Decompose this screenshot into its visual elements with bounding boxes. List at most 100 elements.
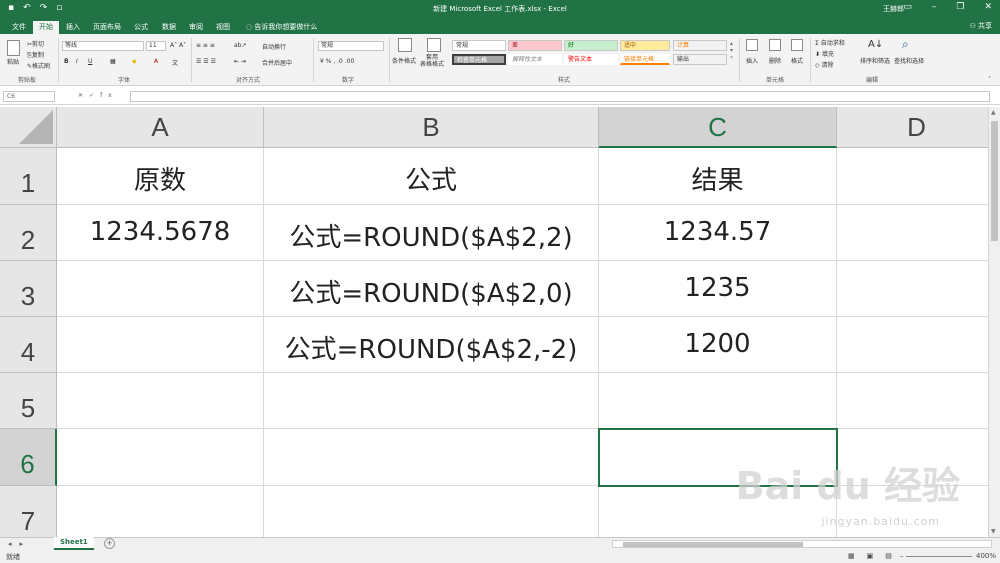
cell-d3[interactable] [837,261,988,317]
font-name-select[interactable]: 等线 [62,41,144,51]
cell-c5[interactable] [599,373,837,429]
paste-icon[interactable] [7,40,20,56]
currency-icon[interactable]: ¥ % , .0 .00 [320,58,354,65]
tab-view[interactable]: 视图 [210,21,236,34]
fill-button[interactable]: ⬇ 填充 [815,49,834,58]
style-good[interactable]: 好 [564,40,618,51]
close-icon[interactable]: ✕ [984,2,992,12]
cell-a6[interactable] [57,429,264,486]
horizontal-scroll-thumb[interactable] [623,542,803,547]
tab-file[interactable]: 文件 [6,21,32,34]
tab-page-layout[interactable]: 页面布局 [87,21,127,34]
zoom-level[interactable]: 400% [976,552,996,560]
cell-a7[interactable] [57,486,264,537]
row-header-3[interactable]: 3 [0,261,57,317]
cell-d2[interactable] [837,205,988,261]
number-format-select[interactable]: 常规 [318,41,384,51]
cell-d4[interactable] [837,317,988,373]
delete-cells-label[interactable]: 删除 [769,56,781,65]
top-align-icon[interactable]: ≡ ≡ ≡ [196,42,215,49]
user-name[interactable]: 王赫郎 [883,4,904,14]
styles-scroll-icon[interactable]: ▴ ▾ ▿ [730,40,733,61]
cell-c4[interactable]: 1200 [599,317,837,373]
row-header-2[interactable]: 2 [0,205,57,261]
sheet-tab-sheet1[interactable]: Sheet1 [54,537,94,550]
insert-cells-icon[interactable] [746,39,758,51]
sheet-nav-arrows[interactable]: ◂▸ [8,540,31,548]
column-header-b[interactable]: B [264,107,599,148]
style-normal[interactable]: 常规 [452,40,506,51]
tab-review[interactable]: 审阅 [183,21,209,34]
style-check-cell[interactable]: 检查单元格 [452,54,506,65]
cell-c1[interactable]: 结果 [599,148,837,205]
style-neutral[interactable]: 适中 [620,40,670,51]
font-color-icon[interactable]: A [154,58,158,65]
page-break-view-icon[interactable]: ▤ [885,552,892,560]
merge-center-button[interactable]: 合并后居中 [262,58,292,67]
tab-formulas[interactable]: 公式 [128,21,154,34]
sort-filter-icon[interactable]: A↓ [868,39,883,50]
style-linked-cell[interactable]: 链接单元格 [620,54,670,65]
row-header-5[interactable]: 5 [0,373,57,429]
row-header-7[interactable]: 7 [0,486,57,537]
row-header-4[interactable]: 4 [0,317,57,373]
find-select-label[interactable]: 查找和选择 [894,56,924,65]
normal-view-icon[interactable]: ▦ [848,552,855,560]
tab-data[interactable]: 数据 [156,21,182,34]
style-bad[interactable]: 差 [508,40,562,51]
cell-a2[interactable]: 1234.5678 [57,205,264,261]
name-box[interactable]: C6 [3,91,55,102]
vertical-scroll-thumb[interactable] [991,121,998,241]
tab-home[interactable]: 开始 [33,21,59,34]
orientation-icon[interactable]: ab↗ [234,42,247,49]
cell-b2[interactable]: 公式=ROUND($A$2,2) [264,205,599,261]
zoom-slider[interactable] [906,556,972,557]
copy-button[interactable]: ⎘复制 [27,50,44,60]
bold-icon[interactable]: B [64,58,69,65]
format-painter-button[interactable]: ✎格式刷 [27,61,50,70]
delete-cells-icon[interactable] [769,39,781,51]
column-header-d[interactable]: D [837,107,988,148]
row-header-1[interactable]: 1 [0,148,57,205]
column-header-a[interactable]: A [57,107,264,148]
cell-c2[interactable]: 1234.57 [599,205,837,261]
format-cells-icon[interactable] [791,39,803,51]
italic-icon[interactable]: I [76,58,78,65]
cell-d1[interactable] [837,148,988,205]
left-align-icon[interactable]: ☰ ☰ ☰ [196,58,216,65]
ribbon-display-icon[interactable]: ▭ [903,2,912,12]
horizontal-scrollbar[interactable] [612,540,992,548]
wrap-text-button[interactable]: 自动换行 [262,42,286,51]
cell-b4[interactable]: 公式=ROUND($A$2,-2) [264,317,599,373]
scroll-down-icon[interactable]: ▼ [991,528,996,535]
add-sheet-icon[interactable]: + [104,538,115,549]
cell-b1[interactable]: 公式 [264,148,599,205]
page-layout-view-icon[interactable]: ▣ [867,552,874,560]
autosum-button[interactable]: Σ 自动求和 [815,38,845,47]
conditional-format-icon[interactable] [398,38,412,52]
cell-a5[interactable] [57,373,264,429]
formula-input[interactable] [130,91,990,102]
function-icon[interactable]: fx [100,92,118,99]
insert-cells-label[interactable]: 插入 [746,56,758,65]
prev-sheet-icon[interactable]: ◂ [8,540,20,548]
format-as-table-icon[interactable] [427,38,441,52]
cancel-icon[interactable]: ✕ [78,92,89,99]
paste-label[interactable]: 粘贴 [7,57,19,66]
vertical-scrollbar[interactable]: ▲ ▼ [988,107,1000,537]
cell-a3[interactable] [57,261,264,317]
style-explanatory[interactable]: 解释性文本 [508,54,562,65]
format-cells-label[interactable]: 格式 [791,56,803,65]
next-sheet-icon[interactable]: ▸ [20,540,32,548]
row-header-6[interactable]: 6 [0,429,57,486]
column-header-c[interactable]: C [599,107,837,148]
select-all-button[interactable] [0,107,57,148]
zoom-out-icon[interactable]: – [900,552,904,560]
cell-b6[interactable] [264,429,599,486]
confirm-icon[interactable]: ✓ [89,92,100,99]
tab-insert[interactable]: 插入 [60,21,86,34]
cell-b3[interactable]: 公式=ROUND($A$2,0) [264,261,599,317]
fill-color-icon[interactable]: ◆ [132,58,137,65]
find-icon[interactable]: ⌕ [902,37,909,52]
conditional-format-label[interactable]: 条件格式 [392,56,416,65]
